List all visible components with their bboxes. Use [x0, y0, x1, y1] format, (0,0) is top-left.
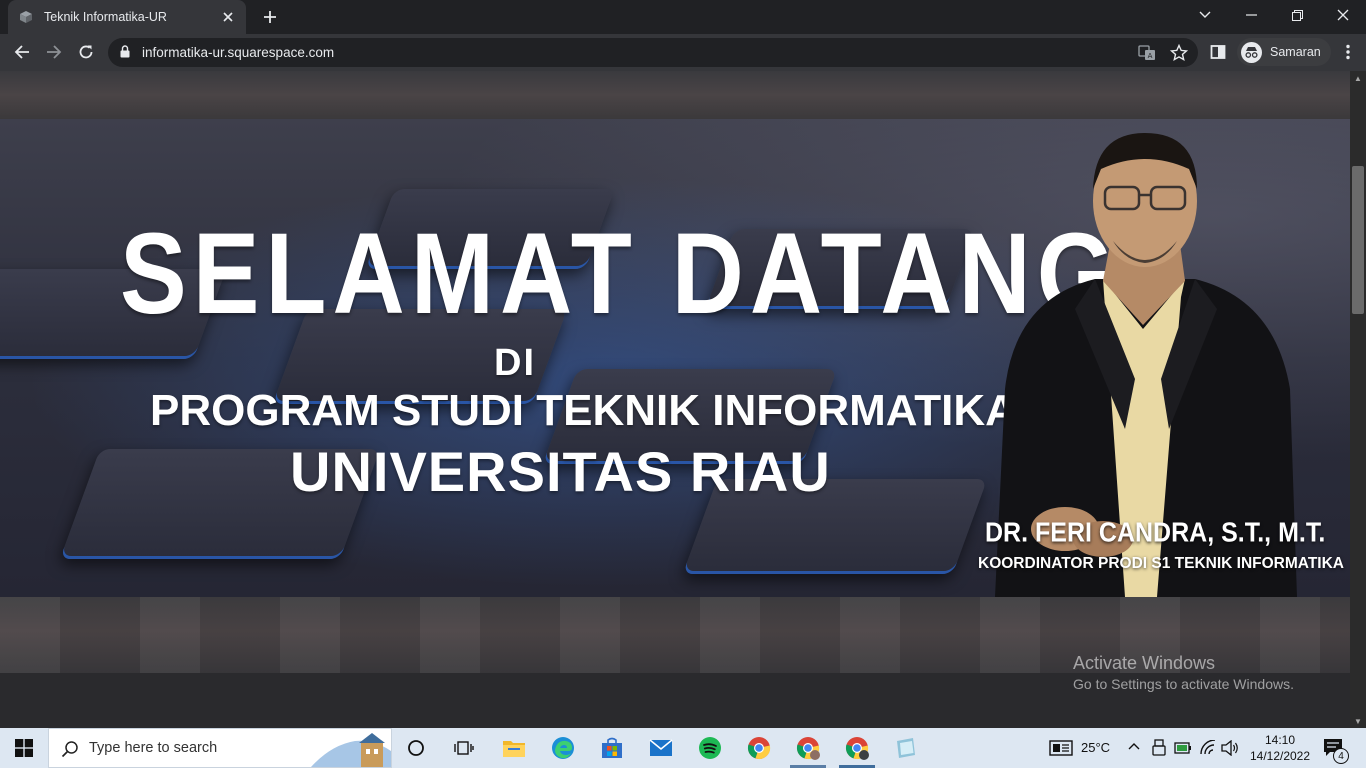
welcome-banner: SELAMAT DATANG DI PROGRAM STUDI TEKNIK I… — [0, 119, 1350, 597]
banner-line-university: UNIVERSITAS RIAU — [290, 440, 831, 503]
windows-logo-icon — [15, 739, 33, 757]
squarespace-favicon-icon — [20, 11, 32, 23]
notification-count-badge: 4 — [1333, 748, 1349, 764]
minimize-button[interactable] — [1228, 0, 1274, 30]
welcome-headline: SELAMAT DATANG — [120, 209, 1121, 339]
tab-title: Teknik Informatika-UR — [44, 10, 167, 24]
banner-line-program: PROGRAM STUDI TEKNIK INFORMATIKA — [150, 386, 1017, 435]
address-bar[interactable]: informatika-ur.squarespace.com A — [108, 38, 1198, 67]
tab-search-chevron-icon[interactable] — [1182, 0, 1228, 30]
show-hidden-icons-chevron-icon[interactable] — [1128, 742, 1140, 750]
cortana-icon[interactable] — [402, 734, 430, 762]
new-tab-button[interactable] — [258, 5, 282, 29]
notes-app-icon[interactable] — [892, 734, 920, 762]
url-text[interactable]: informatika-ur.squarespace.com — [142, 45, 334, 60]
browser-toolbar: informatika-ur.squarespace.com A Samaran — [0, 34, 1366, 71]
translate-icon[interactable]: A — [1138, 44, 1156, 62]
scroll-down-arrow-icon[interactable]: ▼ — [1350, 714, 1366, 728]
activate-windows-title: Activate Windows — [1073, 653, 1216, 673]
mail-icon[interactable] — [647, 734, 675, 762]
bookmark-star-icon[interactable] — [1170, 44, 1188, 62]
banner-line-di: DI — [494, 342, 536, 384]
spotify-icon[interactable] — [696, 734, 724, 762]
temperature-text[interactable]: 25°C — [1081, 740, 1110, 755]
profile-button[interactable]: Samaran — [1237, 38, 1331, 66]
reload-button[interactable] — [72, 38, 100, 66]
battery-charging-icon[interactable] — [1174, 740, 1192, 756]
chrome-incognito-icon[interactable] — [843, 734, 871, 762]
scroll-up-arrow-icon[interactable]: ▲ — [1350, 71, 1366, 85]
browser-tab[interactable]: Teknik Informatika-UR — [8, 0, 246, 34]
volume-icon[interactable] — [1221, 740, 1239, 756]
news-weather-icon[interactable] — [1049, 740, 1073, 756]
profile-name: Samaran — [1270, 45, 1321, 59]
side-panel-button[interactable] — [1204, 38, 1232, 66]
file-explorer-icon[interactable] — [500, 734, 528, 762]
edge-browser-icon[interactable] — [549, 734, 577, 762]
close-window-button[interactable] — [1320, 0, 1366, 30]
coordinator-title: KOORDINATOR PRODI S1 TEKNIK INFORMATIKA — [978, 555, 1344, 572]
scroll-thumb[interactable] — [1352, 166, 1364, 314]
system-clock[interactable]: 14:10 14/12/2022 — [1246, 732, 1314, 764]
microsoft-store-icon[interactable] — [598, 734, 626, 762]
incognito-avatar-icon — [1241, 41, 1262, 63]
clock-date: 14/12/2022 — [1249, 749, 1311, 763]
wifi-icon[interactable] — [1199, 740, 1217, 756]
forward-button[interactable] — [40, 38, 68, 66]
tab-strip: Teknik Informatika-UR — [0, 0, 1366, 34]
web-page: SELAMAT DATANG DI PROGRAM STUDI TEKNIK I… — [0, 71, 1350, 728]
chrome-menu-button[interactable] — [1334, 38, 1362, 66]
task-view-icon[interactable] — [450, 734, 478, 762]
chrome-profile-icon[interactable] — [794, 734, 822, 762]
chrome-icon[interactable] — [745, 734, 773, 762]
usb-device-icon[interactable] — [1151, 739, 1167, 757]
coordinator-name: DR. FERI CANDRA, S.T., M.T. — [985, 517, 1326, 549]
activate-windows-subtitle: Go to Settings to activate Windows. — [1073, 676, 1294, 692]
tab-close-icon[interactable] — [220, 9, 236, 25]
svg-text:A: A — [1148, 52, 1153, 60]
search-placeholder[interactable]: Type here to search — [89, 740, 217, 756]
back-button[interactable] — [8, 38, 36, 66]
search-icon — [61, 741, 78, 758]
clock-time: 14:10 — [1264, 733, 1296, 747]
restore-button[interactable] — [1274, 0, 1320, 30]
lock-icon[interactable] — [120, 45, 130, 58]
background-image-top — [0, 71, 1350, 119]
search-highlight-illustration-icon — [311, 733, 391, 767]
windows-taskbar: Type here to search 25°C 14:10 14/12/202… — [0, 728, 1366, 768]
start-button[interactable] — [0, 728, 48, 768]
page-scrollbar[interactable]: ▲ ▼ — [1350, 71, 1366, 728]
taskbar-search-box[interactable]: Type here to search — [48, 728, 392, 768]
